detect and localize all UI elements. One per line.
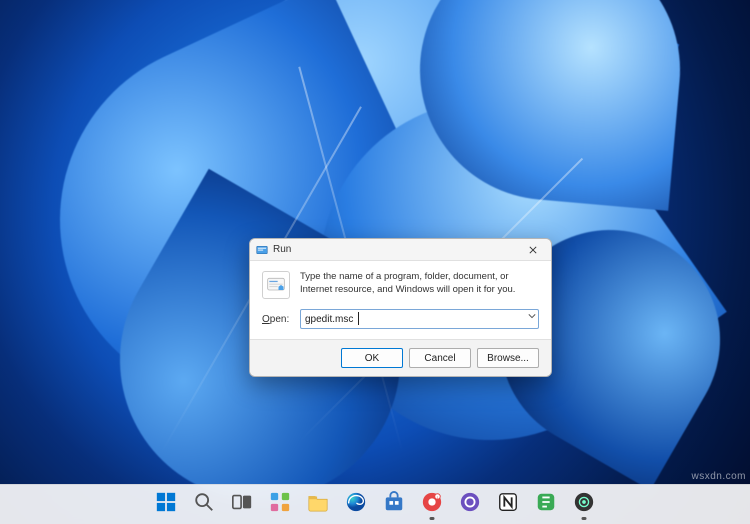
windows-logo-icon	[155, 491, 177, 518]
edge-icon	[345, 491, 367, 518]
browse-button[interactable]: Browse...	[477, 348, 539, 368]
cancel-button[interactable]: Cancel	[409, 348, 471, 368]
run-app-icon	[256, 244, 268, 256]
notion-icon	[497, 491, 519, 518]
svg-text:1: 1	[436, 496, 438, 500]
run-dialog: Run Type the name of a program, folder, …	[249, 238, 552, 377]
run-body-icon	[262, 271, 290, 299]
app-button-4[interactable]	[529, 488, 563, 522]
widgets-button[interactable]	[263, 488, 297, 522]
app-button-5[interactable]	[567, 488, 601, 522]
input-row: Open:	[250, 305, 551, 339]
start-button[interactable]	[149, 488, 183, 522]
ok-button[interactable]: OK	[341, 348, 403, 368]
app-button-2[interactable]	[453, 488, 487, 522]
text-cursor	[358, 312, 359, 325]
app-green-icon	[535, 491, 557, 518]
edge-button[interactable]	[339, 488, 373, 522]
dialog-body: Type the name of a program, folder, docu…	[250, 261, 551, 305]
task-view-button[interactable]	[225, 488, 259, 522]
dialog-title: Run	[273, 244, 291, 255]
folder-icon	[307, 491, 329, 518]
open-input[interactable]	[300, 309, 539, 329]
explorer-button[interactable]	[301, 488, 335, 522]
search-button[interactable]	[187, 488, 221, 522]
app-dark-icon	[573, 491, 595, 518]
button-row: OK Cancel Browse...	[250, 339, 551, 376]
open-label: Open:	[262, 314, 294, 325]
search-icon	[193, 491, 215, 518]
titlebar[interactable]: Run	[250, 239, 551, 261]
store-button[interactable]	[377, 488, 411, 522]
store-icon	[383, 491, 405, 518]
app-button-1[interactable]: 1	[415, 488, 449, 522]
app-purple-icon	[459, 491, 481, 518]
taskbar-items: 1	[149, 488, 601, 522]
close-button[interactable]	[519, 242, 547, 258]
watermark: wsxdn.com	[691, 471, 746, 482]
widgets-icon	[269, 491, 291, 518]
app-button-3[interactable]	[491, 488, 525, 522]
open-combobox[interactable]	[300, 309, 539, 329]
task-view-icon	[231, 491, 253, 518]
taskbar: 1	[0, 484, 750, 524]
desktop: Run Type the name of a program, folder, …	[0, 0, 750, 524]
dialog-description: Type the name of a program, folder, docu…	[300, 271, 539, 299]
app-red-icon: 1	[421, 491, 443, 518]
